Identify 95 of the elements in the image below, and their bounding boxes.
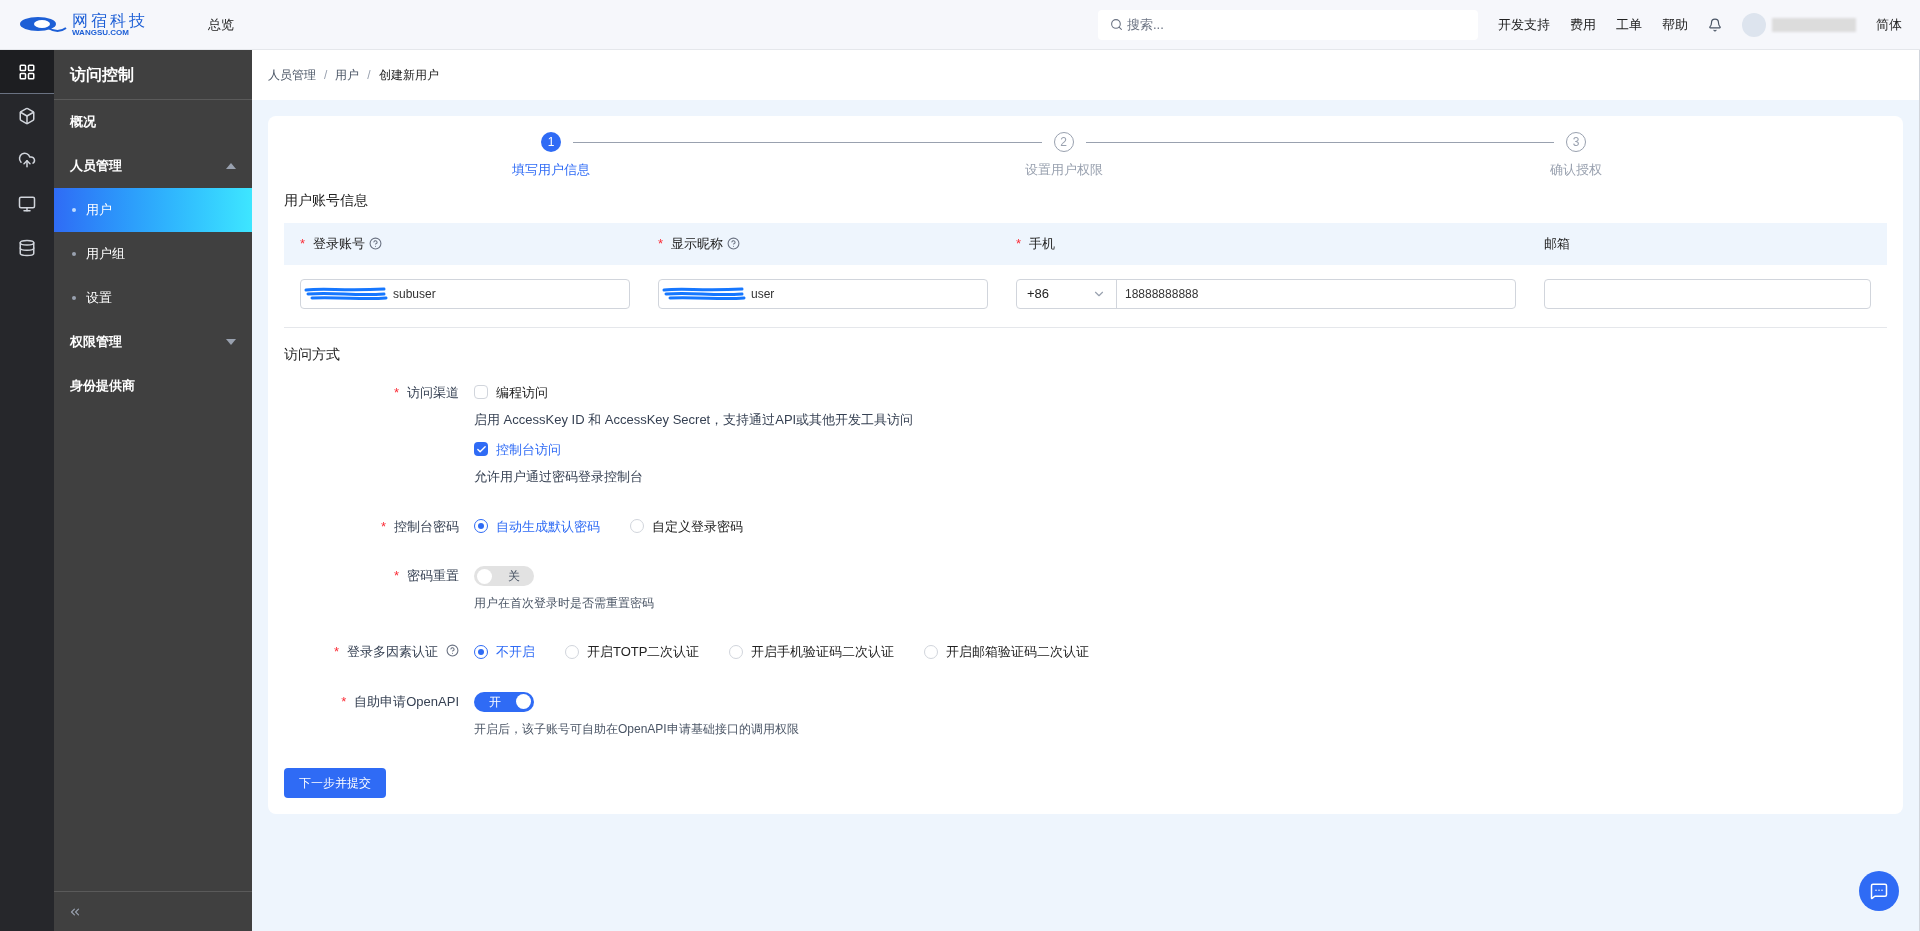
radio-label: 开启手机验证码二次认证 bbox=[751, 643, 895, 661]
switch-text: 开 bbox=[487, 693, 502, 711]
checkbox-label: 编程访问 bbox=[496, 383, 548, 402]
sidebar-group[interactable]: 权限管理 bbox=[54, 320, 252, 364]
cube-icon bbox=[18, 107, 36, 125]
required-mark: * bbox=[341, 692, 347, 711]
column-label: 邮箱 bbox=[1544, 234, 1570, 253]
field-label: 控制台密码 bbox=[394, 517, 459, 536]
subitem-label: 设置 bbox=[86, 289, 112, 308]
switch-text: 关 bbox=[506, 568, 521, 585]
required-mark: * bbox=[300, 234, 306, 253]
bullet-icon bbox=[72, 208, 76, 212]
section-title: 用户账号信息 bbox=[284, 190, 369, 210]
field-label: 访问渠道 bbox=[407, 383, 459, 402]
caret-icon bbox=[226, 163, 236, 169]
submit-button[interactable]: 下一步并提交 bbox=[284, 767, 386, 798]
help-icon[interactable] bbox=[727, 237, 741, 250]
phone-field[interactable]: +86 18888888888 bbox=[1016, 278, 1516, 309]
group-label: 人员管理 bbox=[70, 157, 122, 176]
breadcrumb-separator: / bbox=[324, 67, 328, 84]
required-mark: * bbox=[333, 643, 339, 661]
breadcrumb-link[interactable]: 用户 bbox=[335, 66, 360, 84]
toggle-switch[interactable]: 关 bbox=[474, 566, 534, 586]
header-link[interactable]: 帮助 bbox=[1662, 14, 1688, 35]
cloud-upload-icon bbox=[18, 151, 36, 169]
chat-button[interactable] bbox=[1859, 871, 1899, 911]
step-label: 确认授权 bbox=[1550, 161, 1602, 179]
monitor-icon bbox=[18, 195, 36, 213]
section-title: 访问方式 bbox=[284, 344, 341, 364]
text-input[interactable] bbox=[1544, 278, 1871, 309]
logo-domain: WANGSU.COM bbox=[72, 28, 129, 37]
chat-icon bbox=[1870, 882, 1888, 900]
option-hint: 允许用户通过密码登录控制台 bbox=[474, 468, 644, 486]
step-label: 填写用户信息 bbox=[512, 161, 590, 179]
radio-label: 自定义登录密码 bbox=[652, 517, 743, 536]
group-label: 权限管理 bbox=[70, 333, 122, 352]
search-field[interactable]: 搜索... bbox=[1098, 9, 1478, 40]
radio-label: 不开启 bbox=[496, 643, 535, 661]
bullet-icon bbox=[72, 296, 76, 300]
header-link[interactable]: 工单 bbox=[1616, 14, 1642, 35]
database-icon bbox=[18, 239, 36, 257]
required-mark: * bbox=[393, 567, 399, 585]
required-mark: * bbox=[393, 383, 399, 402]
phone-input[interactable]: 18888888888 bbox=[1117, 279, 1515, 308]
checkbox[interactable] bbox=[474, 442, 488, 457]
sidebar-subitem[interactable]: 设置 bbox=[54, 276, 252, 320]
bell-icon[interactable] bbox=[1708, 17, 1722, 32]
header-link[interactable]: 费用 bbox=[1570, 14, 1596, 35]
radio-label: 开启TOTP二次认证 bbox=[587, 643, 700, 661]
help-icon[interactable] bbox=[446, 644, 459, 657]
step-label: 设置用户权限 bbox=[1024, 161, 1103, 179]
switch-hint: 开启后，该子账号可自助在OpenAPI申请基础接口的调用权限 bbox=[474, 720, 799, 738]
caret-icon bbox=[226, 339, 236, 345]
toggle-switch[interactable]: 开 bbox=[474, 691, 534, 712]
field-label: 自助申请OpenAPI bbox=[354, 692, 459, 711]
switch-hint: 用户在首次登录时是否需重置密码 bbox=[474, 595, 654, 612]
breadcrumb-link[interactable]: 创建新用户 bbox=[378, 66, 439, 84]
sidebar-title: 访问控制 bbox=[70, 64, 134, 85]
breadcrumb-link[interactable]: 人员管理 bbox=[268, 66, 316, 84]
language-link[interactable]: 简体 bbox=[1876, 14, 1902, 35]
rail-item[interactable] bbox=[0, 50, 54, 94]
text-input[interactable]: user bbox=[658, 278, 988, 309]
help-icon[interactable] bbox=[369, 237, 383, 250]
checkbox[interactable] bbox=[474, 385, 488, 400]
radio-label: 开启邮箱验证码二次认证 bbox=[946, 643, 1090, 661]
sidebar-item[interactable]: 概况 bbox=[54, 100, 252, 144]
sidebar-subitem[interactable]: 用户 bbox=[54, 188, 252, 232]
field-label: 密码重置 bbox=[407, 567, 459, 585]
check-icon bbox=[475, 443, 487, 455]
required-mark: * bbox=[380, 517, 386, 536]
country-code[interactable]: +86 bbox=[1027, 283, 1050, 304]
search-input[interactable]: 搜索... bbox=[1127, 14, 1466, 35]
step-number: 1 bbox=[541, 132, 561, 152]
required-mark: * bbox=[658, 234, 664, 253]
field-label: 登录多因素认证 bbox=[347, 643, 438, 661]
column-label: 显示昵称 bbox=[671, 234, 724, 253]
search-icon bbox=[1110, 18, 1123, 31]
checkbox-label: 控制台访问 bbox=[496, 440, 561, 459]
sidebar-group[interactable]: 人员管理 bbox=[54, 144, 252, 188]
logo-name: 网宿科技 bbox=[72, 12, 148, 29]
radio-label: 自动生成默认密码 bbox=[496, 517, 600, 536]
required-mark: * bbox=[1016, 234, 1022, 253]
column-label: 手机 bbox=[1029, 234, 1056, 253]
subitem-label: 用户 bbox=[86, 201, 112, 220]
sidebar-subitem[interactable]: 用户组 bbox=[54, 232, 252, 276]
nav-link[interactable]: 总览 bbox=[208, 14, 234, 35]
grid-icon bbox=[18, 62, 36, 81]
header-link[interactable]: 开发支持 bbox=[1498, 14, 1550, 35]
breadcrumb-separator: / bbox=[367, 67, 371, 84]
column-label: 登录账号 bbox=[313, 234, 366, 253]
text-input[interactable]: subuser bbox=[300, 278, 630, 309]
bullet-icon bbox=[72, 252, 76, 256]
option-hint: 启用 AccessKey ID 和 AccessKey Secret，支持通过API或其他开发工具访问 bbox=[474, 411, 914, 429]
sidebar-item[interactable]: 身份提供商 bbox=[54, 364, 252, 408]
subitem-label: 用户组 bbox=[86, 245, 125, 264]
